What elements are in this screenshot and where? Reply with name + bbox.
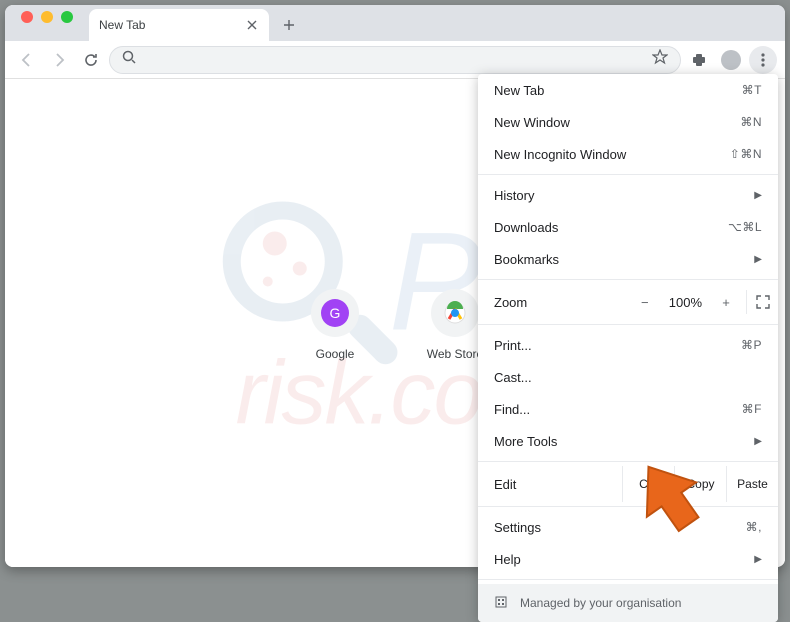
maximize-window-button[interactable] bbox=[61, 11, 73, 23]
menu-shortcut: ⌘, bbox=[746, 520, 762, 534]
managed-label: Managed by your organisation bbox=[520, 596, 681, 610]
menu-separator bbox=[478, 174, 778, 175]
menu-item-downloads[interactable]: Downloads ⌥⌘L bbox=[478, 211, 778, 243]
google-g-icon: G bbox=[321, 299, 349, 327]
profile-button[interactable] bbox=[717, 46, 745, 74]
shortcut-label: Web Store bbox=[427, 347, 483, 361]
menu-shortcut: ⌥⌘L bbox=[728, 220, 762, 234]
menu-item-settings[interactable]: Settings ⌘, bbox=[478, 511, 778, 543]
chevron-right-icon: ▶ bbox=[754, 436, 762, 447]
chevron-right-icon: ▶ bbox=[754, 254, 762, 265]
close-tab-icon[interactable] bbox=[245, 18, 259, 32]
menu-shortcut: ⌘N bbox=[740, 115, 762, 129]
web-store-icon bbox=[443, 301, 467, 325]
menu-item-new-incognito[interactable]: New Incognito Window ⇧⌘N bbox=[478, 138, 778, 170]
menu-shortcut: ⌘P bbox=[741, 338, 762, 352]
menu-item-find[interactable]: Find... ⌘F bbox=[478, 393, 778, 425]
menu-item-print[interactable]: Print... ⌘P bbox=[478, 329, 778, 361]
zoom-in-button[interactable]: + bbox=[714, 295, 738, 310]
menu-item-history[interactable]: History ▶ bbox=[478, 179, 778, 211]
zoom-value: 100% bbox=[669, 295, 702, 310]
menu-label: Bookmarks bbox=[494, 252, 559, 267]
reload-button[interactable] bbox=[77, 46, 105, 74]
tab-title: New Tab bbox=[99, 18, 145, 32]
menu-item-zoom: Zoom − 100% + bbox=[478, 284, 778, 320]
window-controls bbox=[13, 11, 81, 35]
menu-separator bbox=[478, 461, 778, 462]
close-window-button[interactable] bbox=[21, 11, 33, 23]
titlebar: New Tab bbox=[5, 5, 785, 41]
chevron-right-icon: ▶ bbox=[754, 554, 762, 565]
menu-label: New Tab bbox=[494, 83, 544, 98]
menu-item-new-window[interactable]: New Window ⌘N bbox=[478, 106, 778, 138]
building-icon bbox=[494, 595, 508, 612]
menu-item-more-tools[interactable]: More Tools ▶ bbox=[478, 425, 778, 457]
menu-item-bookmarks[interactable]: Bookmarks ▶ bbox=[478, 243, 778, 275]
shortcut-label: Google bbox=[316, 347, 355, 361]
bookmark-star-icon[interactable] bbox=[652, 49, 668, 70]
menu-label: New Incognito Window bbox=[494, 147, 626, 162]
search-icon bbox=[122, 50, 136, 69]
new-tab-button[interactable] bbox=[275, 11, 303, 39]
menu-shortcut: ⌘F bbox=[742, 402, 762, 416]
chevron-right-icon: ▶ bbox=[754, 190, 762, 201]
app-menu-button[interactable] bbox=[749, 46, 777, 74]
menu-label: Find... bbox=[494, 402, 530, 417]
extensions-button[interactable] bbox=[685, 46, 713, 74]
menu-separator bbox=[478, 324, 778, 325]
back-button[interactable] bbox=[13, 46, 41, 74]
menu-separator bbox=[478, 579, 778, 580]
menu-label: Print... bbox=[494, 338, 532, 353]
menu-label: Downloads bbox=[494, 220, 558, 235]
shortcut-icon: G bbox=[311, 289, 359, 337]
menu-item-cast[interactable]: Cast... bbox=[478, 361, 778, 393]
menu-item-help[interactable]: Help ▶ bbox=[478, 543, 778, 575]
avatar-icon bbox=[721, 50, 741, 70]
menu-item-managed[interactable]: Managed by your organisation bbox=[478, 584, 778, 622]
address-bar[interactable] bbox=[109, 46, 681, 74]
shortcuts: G Google Web Store bbox=[295, 289, 495, 361]
menu-label: New Window bbox=[494, 115, 570, 130]
menu-label: Edit bbox=[478, 477, 622, 492]
fullscreen-button[interactable] bbox=[746, 290, 778, 314]
menu-label: Help bbox=[494, 552, 521, 567]
tab[interactable]: New Tab bbox=[89, 9, 269, 41]
menu-shortcut: ⌘T bbox=[742, 83, 762, 97]
app-menu: New Tab ⌘T New Window ⌘N New Incognito W… bbox=[478, 74, 778, 622]
menu-separator bbox=[478, 279, 778, 280]
paste-button[interactable]: Paste bbox=[726, 466, 778, 502]
menu-label: History bbox=[494, 188, 534, 203]
minimize-window-button[interactable] bbox=[41, 11, 53, 23]
menu-label: Settings bbox=[494, 520, 541, 535]
menu-item-new-tab[interactable]: New Tab ⌘T bbox=[478, 74, 778, 106]
zoom-out-button[interactable]: − bbox=[633, 295, 657, 310]
menu-label: Zoom bbox=[478, 295, 633, 310]
shortcut-icon bbox=[431, 289, 479, 337]
menu-label: Cast... bbox=[494, 370, 532, 385]
shortcut-google[interactable]: G Google bbox=[295, 289, 375, 361]
menu-label: More Tools bbox=[494, 434, 557, 449]
forward-button[interactable] bbox=[45, 46, 73, 74]
menu-shortcut: ⇧⌘N bbox=[730, 147, 762, 161]
